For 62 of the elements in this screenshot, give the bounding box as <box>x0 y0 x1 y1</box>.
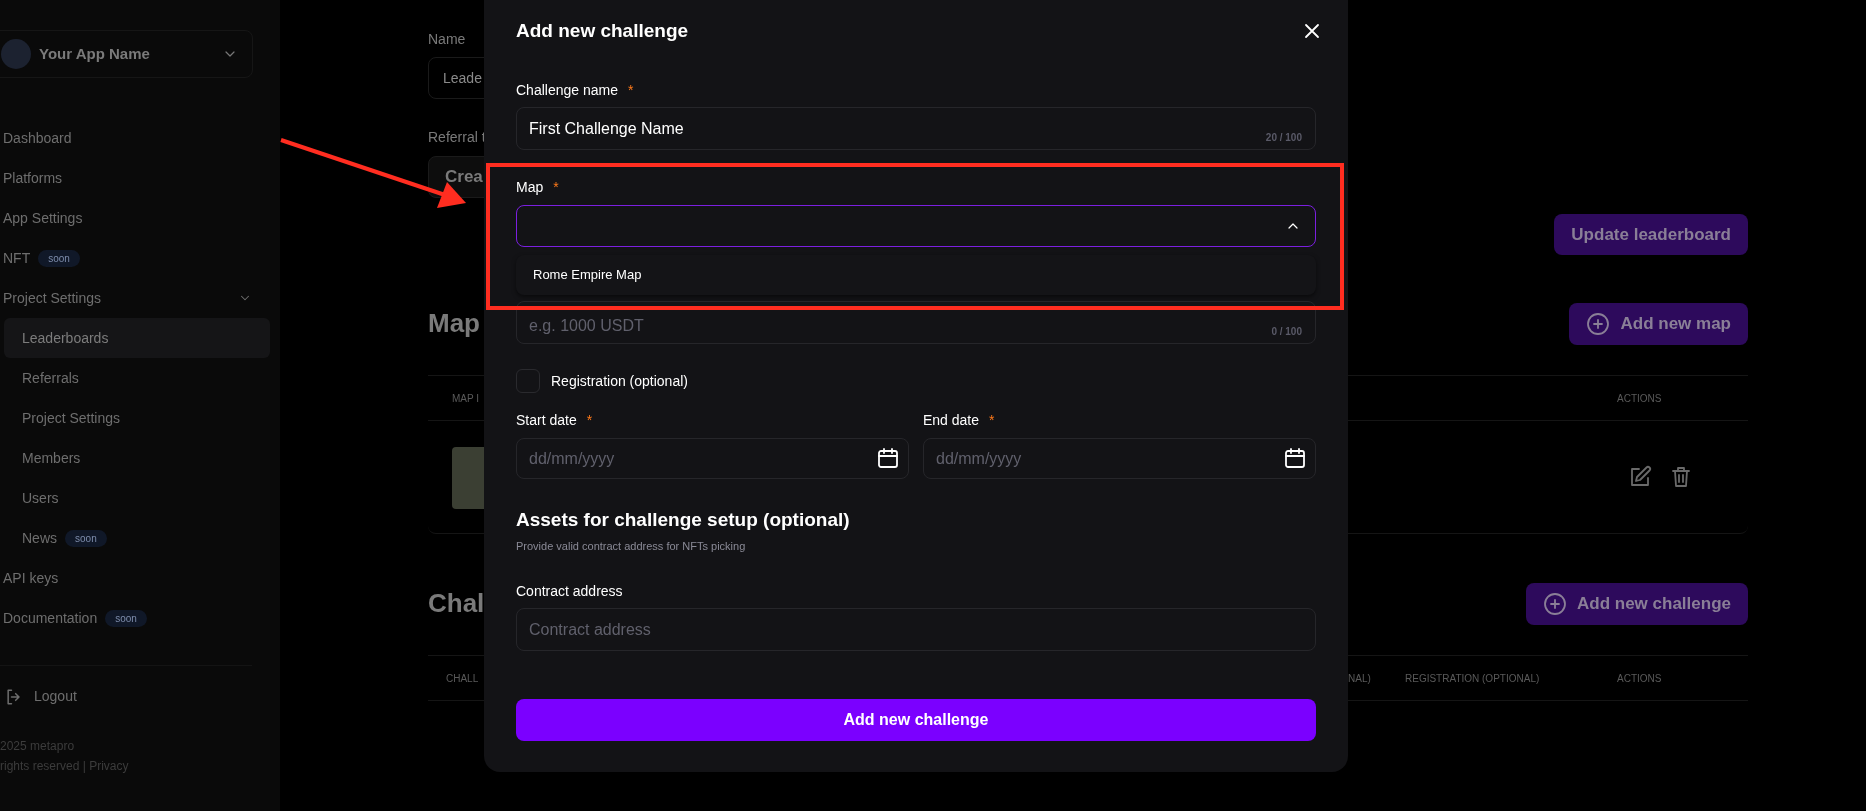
sidebar-item[interactable]: NFT soon <box>0 238 266 278</box>
add-button[interactable]: Add new map <box>1569 302 1748 345</box>
checkbox-label: Registration (optional) <box>551 371 688 391</box>
text-field[interactable]: Contract address <box>516 608 1316 651</box>
sidebar-item[interactable]: API keys <box>0 558 266 598</box>
modal-title: Add new challenge <box>516 18 689 43</box>
app-name: Your App Name <box>39 43 151 64</box>
column-header: MAP I <box>452 392 480 406</box>
edit-button[interactable] <box>1628 465 1652 489</box>
required-mark: * <box>627 81 634 100</box>
column-header: NAL) <box>1348 672 1371 686</box>
soon-badge: soon <box>38 249 80 267</box>
dropdown-option[interactable]: Rome Empire Map <box>516 255 1316 295</box>
required-mark: * <box>989 411 995 430</box>
sidebar-item[interactable]: Platforms <box>0 158 266 198</box>
update-leaderboard-button[interactable]: Update leaderboard <box>1554 214 1748 255</box>
column-header: ACTIONS <box>1617 672 1662 686</box>
section-heading: Assets for challenge setup (optional) <box>516 508 851 532</box>
field-label: End date <box>923 410 980 430</box>
submit-button[interactable]: Add new challenge <box>516 699 1316 741</box>
section-heading: Chal <box>428 587 485 620</box>
sidebar-item[interactable]: Leaderboards <box>4 318 270 358</box>
calendar-icon <box>1283 446 1307 470</box>
date-field[interactable]: dd/mm/yyyy <box>923 438 1316 479</box>
add-button[interactable]: Add new challenge <box>1526 582 1748 625</box>
sidebar-item[interactable]: App Settings <box>0 198 266 238</box>
calendar-icon <box>876 446 900 470</box>
sidebar-item[interactable]: Members <box>4 438 270 478</box>
trash-icon <box>1669 465 1693 489</box>
app-selector[interactable]: Your App Name <box>0 30 253 78</box>
field-label: Map <box>516 177 544 197</box>
plus-circle-icon <box>1586 311 1611 336</box>
section-description: Provide valid contract address for NFTs picking <box>516 539 747 554</box>
soon-badge: soon <box>65 529 107 547</box>
soon-badge: soon <box>105 609 147 627</box>
sidebar-item[interactable]: Project Settings <box>4 398 270 438</box>
section-heading: Map <box>428 307 480 340</box>
field-label: Contract address <box>516 581 623 601</box>
column-header: ACTIONS <box>1617 392 1662 406</box>
logout-link[interactable]: Logout <box>4 686 280 707</box>
column-header: REGISTRATION (OPTIONAL) <box>1405 672 1540 686</box>
sidebar-item[interactable]: Dashboard <box>0 118 266 158</box>
plus-circle-icon <box>1543 591 1567 616</box>
app-logo-icon <box>1 39 31 69</box>
character-counter: 20 / 100 <box>1265 131 1302 145</box>
checkbox[interactable] <box>516 369 540 393</box>
character-counter: 0 / 100 <box>1271 325 1302 339</box>
field-label: Name <box>428 30 466 48</box>
sidebar-item[interactable]: Users <box>4 478 270 518</box>
map-select[interactable] <box>516 205 1316 247</box>
date-field[interactable]: dd/mm/yyyy <box>516 438 909 479</box>
field-label: Start date <box>516 410 577 430</box>
edit-icon <box>1628 465 1652 489</box>
field-label: Challenge name <box>516 80 618 100</box>
required-mark: * <box>586 411 593 430</box>
sidebar-item[interactable]: Project Settings <box>0 278 266 318</box>
delete-button[interactable] <box>1669 465 1693 489</box>
column-header: CHALL <box>446 672 479 686</box>
sidebar-item[interactable]: News soon <box>4 518 270 558</box>
sidebar-item[interactable]: Documentation soon <box>0 598 266 638</box>
required-mark: * <box>553 178 559 197</box>
sidebar-item[interactable]: Referrals <box>4 358 270 398</box>
